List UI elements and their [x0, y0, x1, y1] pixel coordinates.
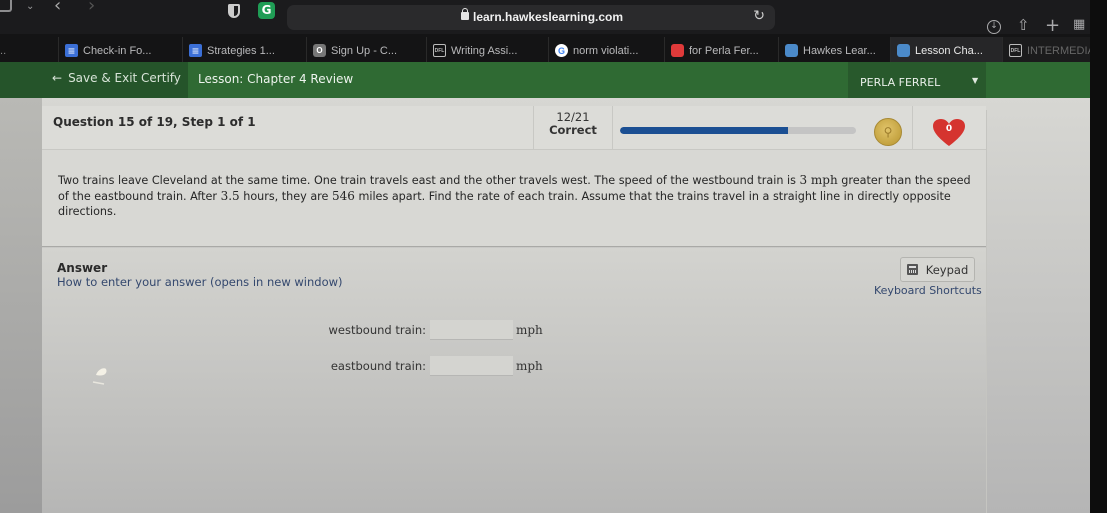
tab-perla[interactable]: for Perla Fer...: [664, 37, 778, 64]
lives-indicator: 0: [932, 118, 966, 148]
eastbound-unit: mph: [516, 359, 543, 373]
tab-lesson[interactable]: Lesson Cha...: [890, 37, 1002, 64]
hawkes-icon: [785, 44, 798, 57]
question-header: Question 15 of 19, Step 1 of 1 12/21 Cor…: [42, 106, 986, 150]
tab-hawkes[interactable]: Hawkes Lear...: [778, 37, 890, 64]
tab-label: Hawkes Lear...: [803, 44, 876, 57]
progress-bar: [620, 127, 856, 134]
google-icon: G: [555, 44, 568, 57]
tab-check-in[interactable]: Check-in Fo...: [58, 37, 182, 64]
question-unit: mph: [807, 173, 838, 187]
tab-label: Sign Up - C...: [331, 44, 398, 57]
question-number: 546: [331, 188, 355, 203]
tab-partial[interactable]: ...: [0, 37, 58, 64]
progress-fill: [620, 127, 788, 134]
answer-title: Answer: [57, 261, 108, 275]
save-exit-button[interactable]: ← Save & Exit Certify: [52, 71, 181, 85]
eastbound-row: eastbound train: mph: [306, 356, 543, 376]
question-text-part: Two trains leave Cleveland at the same t…: [58, 174, 800, 187]
question-text-part: hours, they are: [239, 189, 332, 203]
share-icon[interactable]: ⇧: [1017, 16, 1030, 34]
question-label: Question 15 of 19, Step 1 of 1: [53, 115, 256, 129]
doc-icon: [189, 44, 202, 57]
keypad-label: Keypad: [925, 262, 969, 277]
question-number: 3: [799, 173, 808, 187]
forward-arrow-icon[interactable]: ›: [88, 0, 95, 15]
reload-icon[interactable]: ↻: [753, 8, 765, 24]
eastbound-label: eastbound train:: [330, 359, 426, 373]
tab-norm[interactable]: G norm violati...: [548, 37, 664, 64]
tab-label: Strategies 1...: [207, 44, 275, 57]
o-icon: O: [313, 44, 326, 57]
chevron-down-icon[interactable]: ⌄: [26, 0, 34, 14]
lives-count: 0: [945, 124, 953, 134]
plus-icon[interactable]: +: [1045, 15, 1060, 36]
score-label: Correct: [549, 123, 597, 137]
dfl-icon: DFL: [433, 44, 446, 57]
tab-label: Check-in Fo...: [83, 44, 152, 57]
tab-writing[interactable]: DFL Writing Assi...: [426, 37, 548, 64]
lesson-title: Lesson: Chapter 4 Review: [198, 72, 354, 86]
answer-area: Answer How to enter your answer (opens i…: [42, 248, 986, 513]
keypad-button[interactable]: Keypad: [900, 257, 975, 282]
how-to-enter-answer-link[interactable]: How to enter your answer (opens in new w…: [57, 275, 343, 289]
question-number: 3.5: [220, 188, 240, 203]
shield-icon[interactable]: [228, 4, 240, 18]
save-exit-label: Save & Exit Certify: [68, 71, 181, 85]
app-header: ← Save & Exit Certify Lesson: Chapter 4 …: [0, 62, 1107, 102]
caret-down-icon: ▼: [972, 76, 979, 85]
divider: [912, 106, 913, 150]
westbound-label: westbound train:: [328, 323, 427, 337]
tab-strategies[interactable]: Strategies 1...: [182, 37, 306, 64]
user-name: PERLA FERREL: [860, 76, 941, 89]
tab-label: norm violati...: [573, 44, 639, 57]
url-text[interactable]: learn.hawkeslearning.com: [473, 10, 623, 24]
tab-label: Writing Assi...: [451, 44, 518, 57]
browser-toolbar: ⌄ ‹ › G learn.hawkeslearning.com ↻ ↓ ⇧ +…: [0, 0, 1107, 36]
user-menu[interactable]: PERLA FERREL ▼: [848, 62, 986, 102]
tab-label: Lesson Cha...: [915, 44, 983, 57]
tab-bar: ... Check-in Fo... Strategies 1... O Sig…: [0, 34, 1107, 64]
dfl-icon: DFL: [1009, 44, 1022, 57]
sidebar-icon[interactable]: [0, 0, 12, 12]
westbound-unit: mph: [516, 323, 543, 337]
tab-label: for Perla Fer...: [689, 44, 759, 57]
calculator-icon: [906, 264, 918, 275]
keyboard-shortcuts-link[interactable]: Keyboard Shortcuts: [874, 284, 982, 297]
tab-sign-up[interactable]: O Sign Up - C...: [306, 37, 426, 64]
screen-glare: [92, 368, 107, 385]
back-arrow-icon: ←: [52, 71, 63, 85]
doc-icon: [65, 44, 78, 57]
lock-icon: [461, 8, 469, 20]
grid-icon[interactable]: ▦: [1073, 17, 1085, 32]
question-text: Two trains leave Cleveland at the same t…: [58, 173, 974, 220]
grammarly-icon[interactable]: G: [258, 2, 275, 19]
canvas-icon: [671, 44, 684, 57]
coin-icon[interactable]: ⚲: [874, 118, 902, 146]
question-body: Two trains leave Cleveland at the same t…: [42, 150, 986, 247]
hawkes-icon: [897, 44, 910, 57]
westbound-row: westbound train: mph: [306, 320, 543, 340]
download-icon[interactable]: ↓: [987, 20, 1001, 34]
screen-bezel: [1090, 0, 1107, 513]
left-margin: [0, 98, 42, 513]
address-bar[interactable]: learn.hawkeslearning.com ↻: [287, 5, 775, 30]
back-arrow-icon[interactable]: ‹: [54, 0, 61, 15]
eastbound-input[interactable]: [430, 356, 513, 376]
right-margin: [986, 110, 1090, 513]
westbound-input[interactable]: [430, 320, 513, 340]
score-display: 12/21 Correct: [533, 106, 613, 150]
